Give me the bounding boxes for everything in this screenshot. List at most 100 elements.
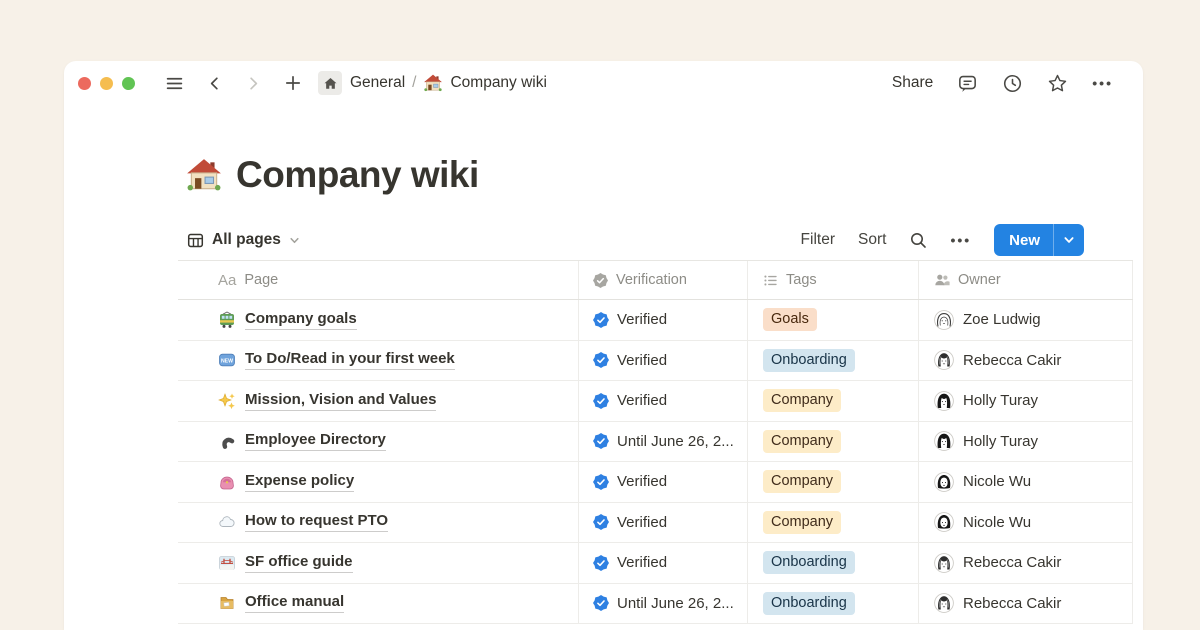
verification-value: Verified [617, 352, 667, 369]
clock-icon[interactable] [1002, 73, 1023, 94]
avatar [934, 553, 954, 573]
owner-cell[interactable]: Rebecca Cakir [918, 543, 1133, 583]
close-window-button[interactable] [78, 77, 91, 90]
column-header-verification[interactable]: Verification [578, 261, 747, 299]
verification-cell[interactable]: Verified [578, 462, 747, 502]
column-header-page[interactable]: Aa Page [178, 261, 578, 299]
page-cell[interactable]: SF office guide [178, 543, 578, 583]
new-button[interactable]: New [994, 224, 1084, 256]
page-link[interactable]: Mission, Vision and Values [245, 391, 436, 411]
star-icon[interactable] [1047, 73, 1068, 94]
zoom-window-button[interactable] [122, 77, 135, 90]
page-cell[interactable]: Employee Directory [178, 422, 578, 462]
text-property-icon: Aa [218, 272, 236, 289]
tag-chip[interactable]: Goals [763, 308, 817, 331]
avatar [934, 512, 954, 532]
page-cell[interactable]: Company goals [178, 300, 578, 340]
verification-cell[interactable]: Verified [578, 503, 747, 543]
telephone-icon [218, 432, 236, 450]
page-link[interactable]: How to request PTO [245, 512, 388, 532]
owner-name: Rebecca Cakir [963, 595, 1061, 612]
tag-chip[interactable]: Company [763, 511, 841, 534]
tag-chip[interactable]: Onboarding [763, 592, 855, 615]
comment-icon[interactable] [957, 73, 978, 94]
table-row[interactable]: SF office guide Verified Onboarding Rebe… [178, 543, 1133, 584]
owner-cell[interactable]: Rebecca Cakir [918, 584, 1133, 624]
tag-chip[interactable]: Company [763, 470, 841, 493]
minimize-window-button[interactable] [100, 77, 113, 90]
sort-button[interactable]: Sort [858, 231, 886, 249]
table-row[interactable]: Office manual Until June 26, 2... Onboar… [178, 584, 1133, 625]
verified-badge-icon [593, 595, 609, 611]
owner-cell[interactable]: Holly Turay [918, 381, 1133, 421]
tag-chip[interactable]: Onboarding [763, 551, 855, 574]
table-row[interactable]: Expense policy Verified Company Nicole W… [178, 462, 1133, 503]
plus-icon[interactable] [278, 69, 308, 97]
table-row[interactable]: NEW To Do/Read in your first week Verifi… [178, 341, 1133, 382]
new-button-label[interactable]: New [994, 232, 1053, 249]
verification-cell[interactable]: Verified [578, 381, 747, 421]
owner-cell[interactable]: Nicole Wu [918, 503, 1133, 543]
verified-badge-icon [593, 514, 609, 530]
chevron-right-icon[interactable] [239, 69, 268, 97]
share-button[interactable]: Share [892, 74, 933, 92]
tags-cell[interactable]: Onboarding [747, 584, 918, 624]
tags-cell[interactable]: Onboarding [747, 543, 918, 583]
verification-cell[interactable]: Until June 26, 2... [578, 422, 747, 462]
page-link[interactable]: Office manual [245, 593, 344, 613]
breadcrumb: General / Company wiki [350, 73, 547, 93]
view-tab-all-pages[interactable]: All pages [178, 231, 300, 249]
tag-chip[interactable]: Company [763, 430, 841, 453]
verification-cell[interactable]: Verified [578, 341, 747, 381]
page-link[interactable]: Company goals [245, 310, 357, 330]
page-cell[interactable]: Mission, Vision and Values [178, 381, 578, 421]
verified-badge-icon [593, 474, 609, 490]
filter-button[interactable]: Filter [801, 231, 835, 249]
table-header-row: Aa Page Verification [178, 260, 1133, 300]
owner-cell[interactable]: Nicole Wu [918, 462, 1133, 502]
breadcrumb-page[interactable]: Company wiki [450, 74, 546, 92]
chevron-down-icon[interactable] [1054, 234, 1084, 246]
notion-app-window: General / Company wiki Share [64, 61, 1143, 630]
page-link[interactable]: Employee Directory [245, 431, 386, 451]
hamburger-icon[interactable] [159, 69, 190, 97]
page-link[interactable]: SF office guide [245, 553, 353, 573]
home-icon[interactable] [318, 71, 342, 95]
tag-chip[interactable]: Company [763, 389, 841, 412]
verification-cell[interactable]: Until June 26, 2... [578, 584, 747, 624]
verification-cell[interactable]: Verified [578, 543, 747, 583]
tag-chip[interactable]: Onboarding [763, 349, 855, 372]
page-cell[interactable]: How to request PTO [178, 503, 578, 543]
table-row[interactable]: How to request PTO Verified Company Nico… [178, 503, 1133, 544]
owner-name: Zoe Ludwig [963, 311, 1041, 328]
purse-icon [218, 473, 236, 491]
tags-cell[interactable]: Goals [747, 300, 918, 340]
table-row[interactable]: Company goals Verified Goals Zoe Ludwig [178, 300, 1133, 341]
page-cell[interactable]: Expense policy [178, 462, 578, 502]
toolbar-more-button[interactable]: ••• [950, 232, 971, 248]
table-row[interactable]: Employee Directory Until June 26, 2... C… [178, 422, 1133, 463]
column-header-tags[interactable]: Tags [747, 261, 918, 299]
chevron-left-icon[interactable] [200, 69, 229, 97]
column-header-owner[interactable]: Owner [918, 261, 1133, 299]
page-cell[interactable]: Office manual [178, 584, 578, 624]
topbar-more-button[interactable]: ••• [1092, 75, 1113, 91]
tags-cell[interactable]: Company [747, 462, 918, 502]
window-topbar: General / Company wiki Share [64, 61, 1143, 105]
breadcrumb-root[interactable]: General [350, 74, 405, 92]
tags-cell[interactable]: Onboarding [747, 341, 918, 381]
page-link[interactable]: Expense policy [245, 472, 354, 492]
owner-cell[interactable]: Zoe Ludwig [918, 300, 1133, 340]
owner-cell[interactable]: Rebecca Cakir [918, 341, 1133, 381]
table-view-icon [187, 232, 204, 249]
tags-cell[interactable]: Company [747, 422, 918, 462]
tags-cell[interactable]: Company [747, 503, 918, 543]
search-icon[interactable] [909, 231, 927, 249]
table-row[interactable]: Mission, Vision and Values Verified Comp… [178, 381, 1133, 422]
verification-value: Verified [617, 554, 667, 571]
verification-cell[interactable]: Verified [578, 300, 747, 340]
page-link[interactable]: To Do/Read in your first week [245, 350, 455, 370]
page-cell[interactable]: NEW To Do/Read in your first week [178, 341, 578, 381]
owner-cell[interactable]: Holly Turay [918, 422, 1133, 462]
tags-cell[interactable]: Company [747, 381, 918, 421]
